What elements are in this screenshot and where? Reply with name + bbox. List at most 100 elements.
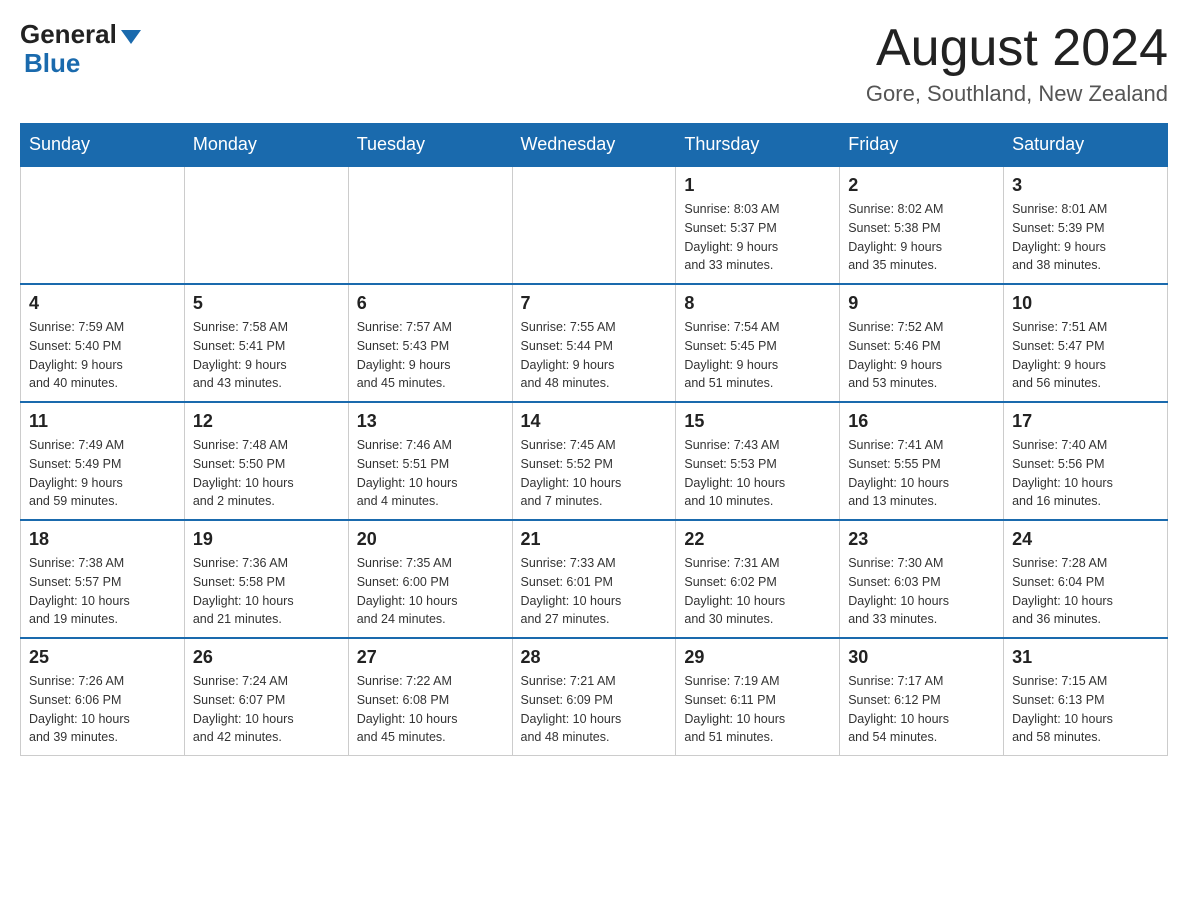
calendar-cell: 25 Sunrise: 7:26 AM Sunset: 6:06 PM Dayli… — [21, 638, 185, 756]
day-number: 27 — [357, 647, 504, 668]
day-info: Sunrise: 7:43 AM Sunset: 5:53 PM Dayligh… — [684, 436, 831, 511]
logo-arrow-icon — [121, 30, 141, 44]
day-info: Sunrise: 7:59 AM Sunset: 5:40 PM Dayligh… — [29, 318, 176, 393]
calendar-cell: 6Sunrise: 7:57 AM Sunset: 5:43 PM Daylig… — [348, 284, 512, 402]
calendar-cell: 24 Sunrise: 7:28 AM Sunset: 6:04 PM Dayli… — [1004, 520, 1168, 638]
calendar-header-friday: Friday — [840, 124, 1004, 167]
calendar-cell — [184, 166, 348, 284]
day-info: Sunrise: 7:36 AM Sunset: 5:58 PM Dayligh… — [193, 554, 340, 629]
calendar-cell: 2 Sunrise: 8:02 AM Sunset: 5:38 PM Daylig… — [840, 166, 1004, 284]
calendar-cell: 10Sunrise: 7:51 AM Sunset: 5:47 PM Dayli… — [1004, 284, 1168, 402]
calendar-cell: 28 Sunrise: 7:21 AM Sunset: 6:09 PM Dayli… — [512, 638, 676, 756]
day-info: Sunrise: 8:02 AM Sunset: 5:38 PM Dayligh… — [848, 200, 995, 275]
day-info: Sunrise: 7:38 AM Sunset: 5:57 PM Dayligh… — [29, 554, 176, 629]
day-number: 29 — [684, 647, 831, 668]
day-info: Sunrise: 7:46 AM Sunset: 5:51 PM Dayligh… — [357, 436, 504, 511]
month-title: August 2024 — [866, 20, 1168, 77]
calendar-header-monday: Monday — [184, 124, 348, 167]
day-number: 6 — [357, 293, 504, 314]
day-info: Sunrise: 8:03 AM Sunset: 5:37 PM Dayligh… — [684, 200, 831, 275]
day-info: Sunrise: 7:51 AM Sunset: 5:47 PM Dayligh… — [1012, 318, 1159, 393]
logo-text-blue: Blue — [24, 49, 80, 78]
day-number: 28 — [521, 647, 668, 668]
day-number: 23 — [848, 529, 995, 550]
calendar-cell: 3Sunrise: 8:01 AM Sunset: 5:39 PM Daylig… — [1004, 166, 1168, 284]
day-number: 1 — [684, 175, 831, 196]
day-number: 20 — [357, 529, 504, 550]
calendar-cell: 12 Sunrise: 7:48 AM Sunset: 5:50 PM Dayli… — [184, 402, 348, 520]
title-block: August 2024 Gore, Southland, New Zealand — [866, 20, 1168, 107]
calendar-cell: 20 Sunrise: 7:35 AM Sunset: 6:00 PM Dayli… — [348, 520, 512, 638]
calendar-cell: 30 Sunrise: 7:17 AM Sunset: 6:12 PM Dayli… — [840, 638, 1004, 756]
day-info: Sunrise: 7:31 AM Sunset: 6:02 PM Dayligh… — [684, 554, 831, 629]
day-number: 5 — [193, 293, 340, 314]
calendar-header-wednesday: Wednesday — [512, 124, 676, 167]
day-number: 31 — [1012, 647, 1159, 668]
calendar-cell: 19 Sunrise: 7:36 AM Sunset: 5:58 PM Dayli… — [184, 520, 348, 638]
calendar-cell: 7Sunrise: 7:55 AM Sunset: 5:44 PM Daylig… — [512, 284, 676, 402]
week-row-5: 25 Sunrise: 7:26 AM Sunset: 6:06 PM Dayli… — [21, 638, 1168, 756]
day-info: Sunrise: 7:48 AM Sunset: 5:50 PM Dayligh… — [193, 436, 340, 511]
day-number: 8 — [684, 293, 831, 314]
day-info: Sunrise: 7:26 AM Sunset: 6:06 PM Dayligh… — [29, 672, 176, 747]
day-number: 3 — [1012, 175, 1159, 196]
day-info: Sunrise: 7:49 AM Sunset: 5:49 PM Dayligh… — [29, 436, 176, 511]
calendar-cell: 15Sunrise: 7:43 AM Sunset: 5:53 PM Dayli… — [676, 402, 840, 520]
location: Gore, Southland, New Zealand — [866, 81, 1168, 107]
calendar-cell: 29 Sunrise: 7:19 AM Sunset: 6:11 PM Dayli… — [676, 638, 840, 756]
page-header: General Blue August 2024 Gore, Southland… — [20, 20, 1168, 107]
day-info: Sunrise: 7:45 AM Sunset: 5:52 PM Dayligh… — [521, 436, 668, 511]
day-info: Sunrise: 7:28 AM Sunset: 6:04 PM Dayligh… — [1012, 554, 1159, 629]
day-info: Sunrise: 7:55 AM Sunset: 5:44 PM Dayligh… — [521, 318, 668, 393]
day-number: 24 — [1012, 529, 1159, 550]
calendar-header-tuesday: Tuesday — [348, 124, 512, 167]
day-info: Sunrise: 7:52 AM Sunset: 5:46 PM Dayligh… — [848, 318, 995, 393]
day-number: 9 — [848, 293, 995, 314]
day-number: 30 — [848, 647, 995, 668]
day-info: Sunrise: 7:17 AM Sunset: 6:12 PM Dayligh… — [848, 672, 995, 747]
day-number: 25 — [29, 647, 176, 668]
day-number: 22 — [684, 529, 831, 550]
day-number: 19 — [193, 529, 340, 550]
calendar-cell: 14Sunrise: 7:45 AM Sunset: 5:52 PM Dayli… — [512, 402, 676, 520]
calendar-cell: 18Sunrise: 7:38 AM Sunset: 5:57 PM Dayli… — [21, 520, 185, 638]
calendar-cell: 26Sunrise: 7:24 AM Sunset: 6:07 PM Dayli… — [184, 638, 348, 756]
calendar-cell: 4 Sunrise: 7:59 AM Sunset: 5:40 PM Daylig… — [21, 284, 185, 402]
day-number: 21 — [521, 529, 668, 550]
day-info: Sunrise: 7:33 AM Sunset: 6:01 PM Dayligh… — [521, 554, 668, 629]
day-info: Sunrise: 7:35 AM Sunset: 6:00 PM Dayligh… — [357, 554, 504, 629]
calendar-cell: 31Sunrise: 7:15 AM Sunset: 6:13 PM Dayli… — [1004, 638, 1168, 756]
calendar-cell — [512, 166, 676, 284]
calendar-cell: 1 Sunrise: 8:03 AM Sunset: 5:37 PM Daylig… — [676, 166, 840, 284]
week-row-4: 18Sunrise: 7:38 AM Sunset: 5:57 PM Dayli… — [21, 520, 1168, 638]
week-row-3: 11 Sunrise: 7:49 AM Sunset: 5:49 PM Dayli… — [21, 402, 1168, 520]
calendar-cell: 5 Sunrise: 7:58 AM Sunset: 5:41 PM Daylig… — [184, 284, 348, 402]
calendar: SundayMondayTuesdayWednesdayThursdayFrid… — [20, 123, 1168, 756]
calendar-cell: 9 Sunrise: 7:52 AM Sunset: 5:46 PM Daylig… — [840, 284, 1004, 402]
calendar-cell: 27 Sunrise: 7:22 AM Sunset: 6:08 PM Dayli… — [348, 638, 512, 756]
day-number: 4 — [29, 293, 176, 314]
day-number: 16 — [848, 411, 995, 432]
calendar-header-sunday: Sunday — [21, 124, 185, 167]
day-info: Sunrise: 7:19 AM Sunset: 6:11 PM Dayligh… — [684, 672, 831, 747]
calendar-cell: 13Sunrise: 7:46 AM Sunset: 5:51 PM Dayli… — [348, 402, 512, 520]
day-number: 12 — [193, 411, 340, 432]
calendar-header-saturday: Saturday — [1004, 124, 1168, 167]
day-info: Sunrise: 7:58 AM Sunset: 5:41 PM Dayligh… — [193, 318, 340, 393]
day-number: 11 — [29, 411, 176, 432]
logo-text-general: General — [20, 20, 117, 49]
calendar-cell — [348, 166, 512, 284]
logo: General Blue — [20, 20, 141, 77]
calendar-header-thursday: Thursday — [676, 124, 840, 167]
day-info: Sunrise: 7:54 AM Sunset: 5:45 PM Dayligh… — [684, 318, 831, 393]
calendar-cell: 8 Sunrise: 7:54 AM Sunset: 5:45 PM Daylig… — [676, 284, 840, 402]
calendar-cell: 23 Sunrise: 7:30 AM Sunset: 6:03 PM Dayli… — [840, 520, 1004, 638]
day-info: Sunrise: 7:30 AM Sunset: 6:03 PM Dayligh… — [848, 554, 995, 629]
calendar-cell: 17Sunrise: 7:40 AM Sunset: 5:56 PM Dayli… — [1004, 402, 1168, 520]
day-info: Sunrise: 7:21 AM Sunset: 6:09 PM Dayligh… — [521, 672, 668, 747]
day-number: 2 — [848, 175, 995, 196]
logo-general: General — [20, 20, 141, 49]
calendar-cell: 16Sunrise: 7:41 AM Sunset: 5:55 PM Dayli… — [840, 402, 1004, 520]
day-info: Sunrise: 7:22 AM Sunset: 6:08 PM Dayligh… — [357, 672, 504, 747]
week-row-1: 1 Sunrise: 8:03 AM Sunset: 5:37 PM Daylig… — [21, 166, 1168, 284]
